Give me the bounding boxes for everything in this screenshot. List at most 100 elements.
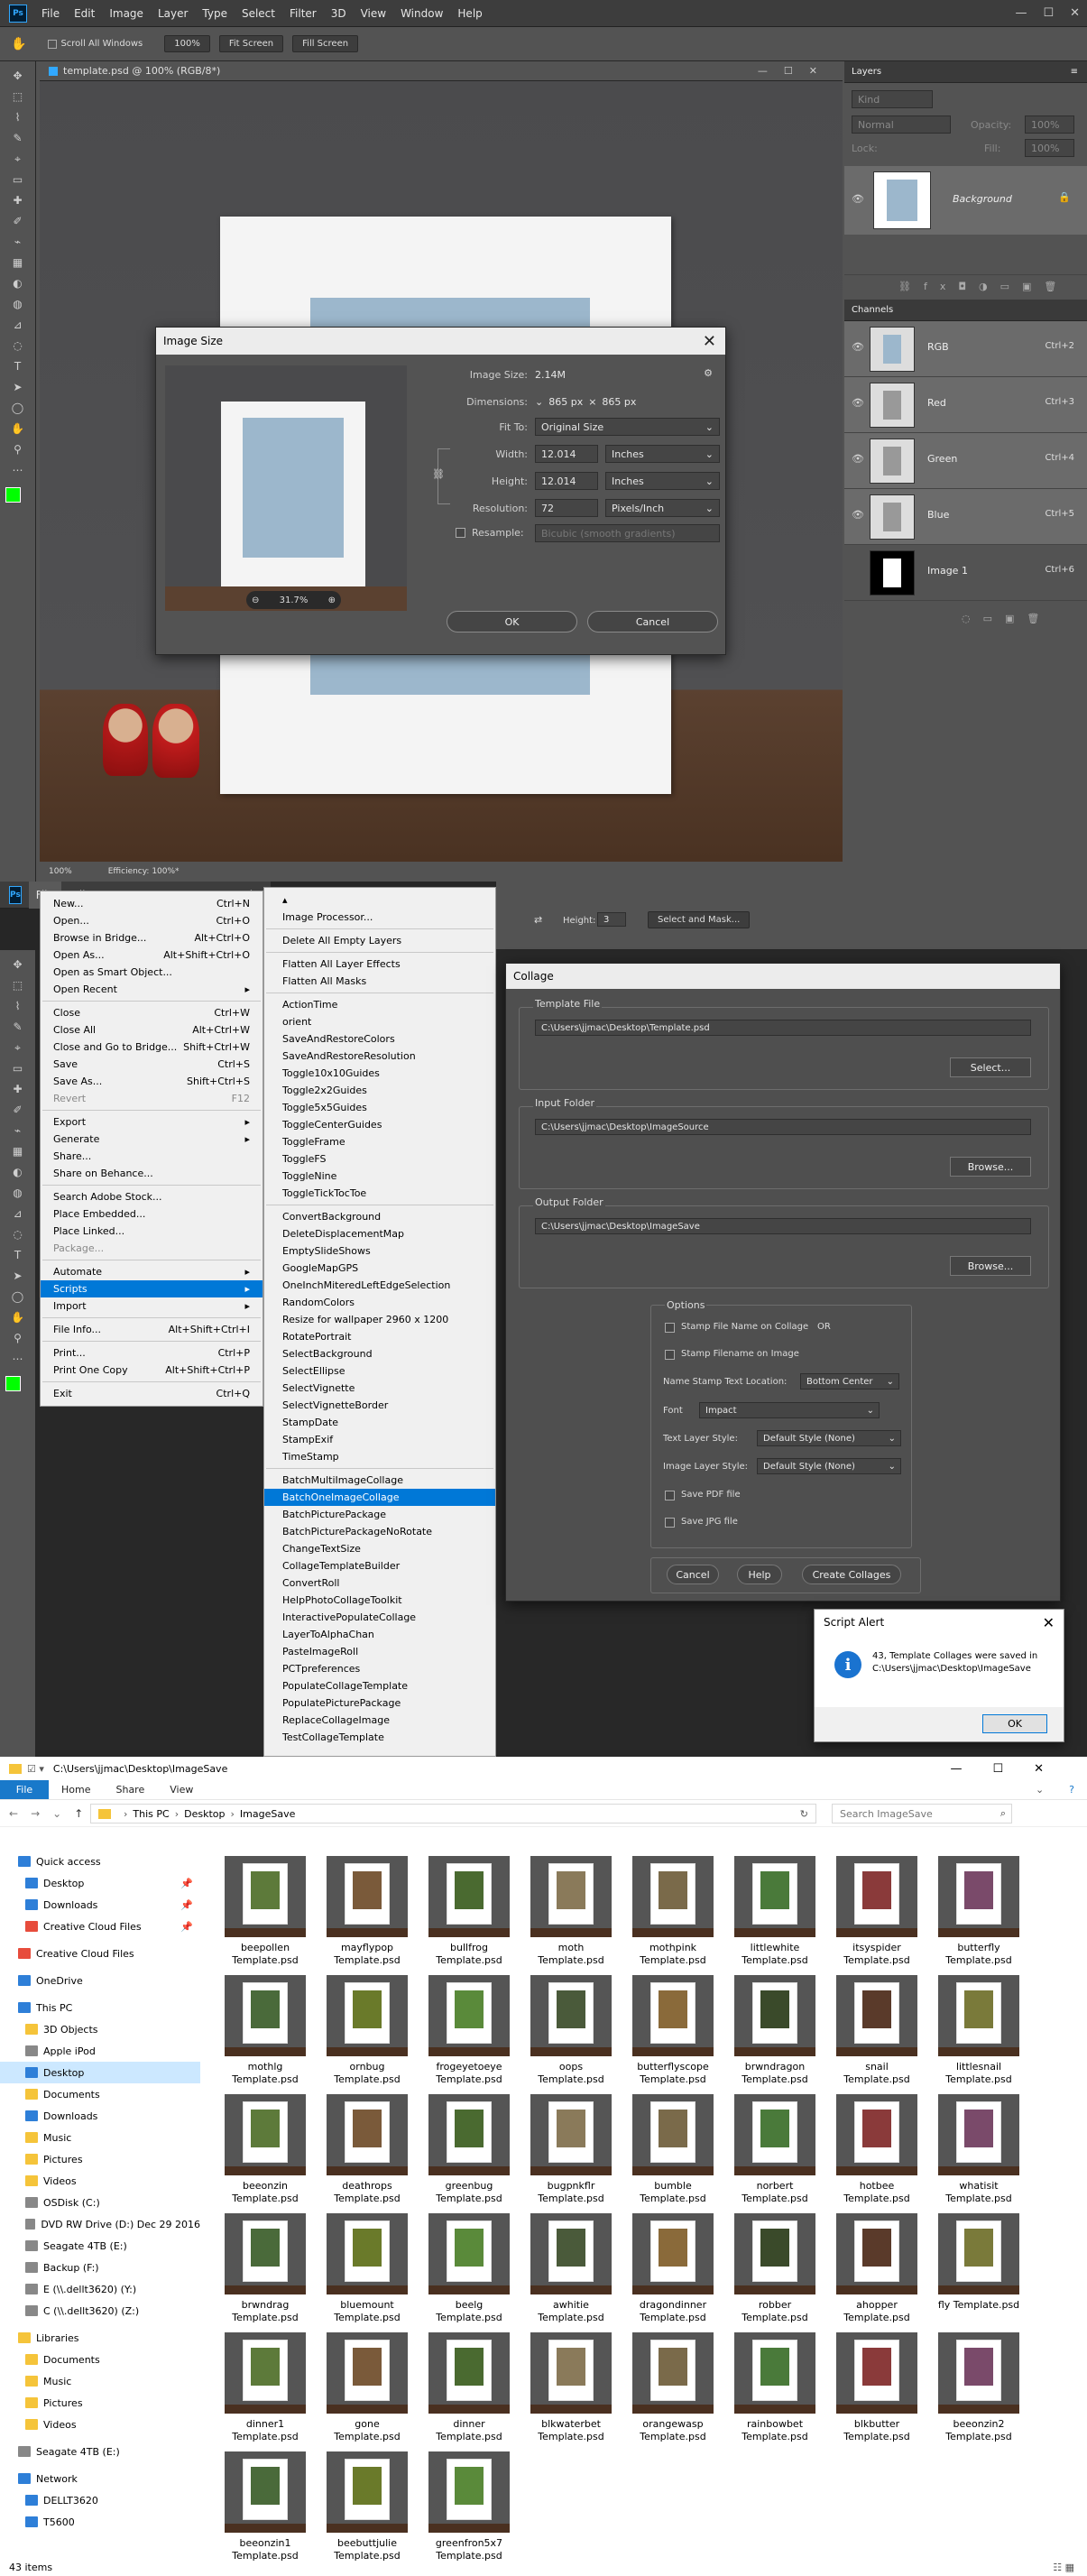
nav-item[interactable]: Documents [0,2083,200,2105]
scripts-menu-item[interactable]: PCTpreferences [264,1660,495,1677]
file-item[interactable]: brwndrag Template.psd [215,2213,316,2324]
file-menu-item[interactable]: Share... [41,1148,263,1165]
input-path-field[interactable]: C:\Users\jjmac\Desktop\ImageSource [535,1119,1031,1135]
tool-1-icon[interactable]: ⬚ [11,90,25,103]
scripts-menu-item[interactable]: Image Processor... [264,909,495,926]
cancel-button[interactable]: Cancel [587,611,718,632]
file-menu-item[interactable]: Import ▸ [41,1297,263,1315]
eye-icon[interactable]: 👁 [852,341,864,353]
resolution-input[interactable]: 72 [535,499,598,517]
scripts-menu-item[interactable]: Flatten All Layer Effects [264,956,495,973]
scripts-menu-item[interactable]: RotatePortrait [264,1328,495,1345]
file-item[interactable]: deathrops Template.psd [317,2094,418,2205]
scripts-menu-item[interactable]: StampExif [264,1431,495,1448]
tool-11-icon[interactable]: ◍ [11,298,25,310]
tool-9-icon[interactable]: ▦ [11,256,25,269]
ribbon-tab-file[interactable]: File [0,1780,49,1799]
tool-8-icon[interactable]: ⌁ [11,1124,25,1137]
scripts-menu-item[interactable]: StampDate [264,1414,495,1431]
file-item[interactable]: bluemount Template.psd [317,2213,418,2324]
file-item[interactable]: mothlg Template.psd [215,1975,316,2086]
menu-view[interactable]: View [354,0,393,27]
file-menu-item[interactable]: Open As... Alt+Shift+Ctrl+O [41,946,263,964]
file-item[interactable]: ahopper Template.psd [826,2213,927,2324]
nav-item[interactable]: C (\\.dellt3620) (Z:) [0,2300,200,2322]
file-item[interactable]: mothpink Template.psd [622,1856,723,1967]
height-field[interactable]: 3 [597,912,626,927]
file-item[interactable]: hotbee Template.psd [826,2094,927,2205]
file-menu-item[interactable]: Scripts ▸ [41,1280,263,1297]
help-icon[interactable]: ? [1056,1780,1087,1799]
tool-10-icon[interactable]: ◐ [11,1166,25,1178]
nav-item[interactable]: OneDrive [0,1970,200,1991]
tool-9-icon[interactable]: ▦ [11,1145,25,1158]
nav-item[interactable]: Creative Cloud Files 📌 [0,1916,200,1937]
file-item[interactable]: moth Template.psd [520,1856,622,1967]
scripts-menu-item[interactable]: orient [264,1013,495,1030]
file-item[interactable]: gone Template.psd [317,2332,418,2443]
scripts-menu-item[interactable]: ChangeTextSize [264,1540,495,1557]
scripts-menu-item[interactable]: LayerToAlphaChan [264,1626,495,1643]
file-menu-item[interactable]: Browse in Bridge... Alt+Ctrl+O [41,929,263,946]
ribbon-expand-icon[interactable]: ⌄ [1023,1780,1056,1799]
ok-button[interactable]: OK [447,611,577,632]
view-toggle-icons[interactable]: ☷ ▦ [1053,2562,1074,2573]
nav-item[interactable]: Music [0,2370,200,2392]
file-menu-item[interactable]: Save Ctrl+S [41,1056,263,1073]
tool-3-icon[interactable]: ✎ [11,132,25,144]
tool-10-icon[interactable]: ◐ [11,277,25,290]
file-menu-item[interactable]: Place Embedded... [41,1205,263,1223]
nav-item[interactable]: Pictures [0,2392,200,2414]
nav-item[interactable]: Downloads [0,2105,200,2127]
scripts-menu-item[interactable]: OneInchMiteredLeftEdgeSelection [264,1277,495,1294]
file-menu-item[interactable]: File Info... Alt+Shift+Ctrl+I [41,1321,263,1338]
color-swatches[interactable] [5,487,31,512]
resample-select[interactable]: Bicubic (smooth gradients) [535,524,720,542]
channel-row[interactable]: 👁 Blue Ctrl+5 [844,489,1087,545]
file-item[interactable]: greenbug Template.psd [419,2094,520,2205]
close-icon[interactable]: ✕ [1043,1614,1055,1631]
panel-menu-icon[interactable]: ≡ [1071,67,1078,77]
nav-item[interactable]: Quick access [0,1851,200,1872]
hand-tool-icon[interactable]: ✋ [11,37,26,51]
scripts-menu-item[interactable]: TimeStamp [264,1448,495,1465]
eye-icon[interactable]: 👁 [852,193,864,205]
nav-item[interactable]: Libraries [0,2327,200,2349]
maximize-icon[interactable]: ☐ [1043,0,1054,27]
file-item[interactable]: mayflypop Template.psd [317,1856,418,1967]
scripts-menu-item[interactable]: Toggle10x10Guides [264,1065,495,1082]
file-item[interactable]: dinner Template.psd [419,2332,520,2443]
tool-18-icon[interactable]: ⚲ [11,1332,25,1344]
crumb-separator-icon[interactable]: › [230,1808,234,1820]
channel-row[interactable]: 👁 Red Ctrl+3 [844,377,1087,433]
file-item[interactable]: dinner1 Template.psd [215,2332,316,2443]
text-style-select[interactable]: Default Style (None) ⌄ [757,1430,901,1446]
nav-item[interactable]: This PC [0,1997,200,2018]
scripts-menu-item[interactable]: CollageTemplateBuilder [264,1557,495,1574]
scripts-menu-item[interactable]: Flatten All Masks [264,973,495,990]
tool-15-icon[interactable]: ➤ [11,381,25,393]
browse-input-button[interactable]: Browse... [950,1157,1031,1177]
file-item[interactable]: itsyspider Template.psd [826,1856,927,1967]
width-input[interactable]: 12.014 [535,445,598,463]
nav-item[interactable]: E (\\.dellt3620) (Y:) [0,2278,200,2300]
scripts-menu-item[interactable]: DeleteDisplacementMap [264,1225,495,1242]
file-menu-item[interactable]: New... Ctrl+N [41,895,263,912]
file-item[interactable]: bullfrog Template.psd [419,1856,520,1967]
nav-item[interactable]: Pictures [0,2148,200,2170]
file-item[interactable]: beepollen Template.psd [215,1856,316,1967]
foreground-color-swatch[interactable] [5,487,21,503]
nav-item[interactable]: Downloads 📌 [0,1894,200,1916]
file-item[interactable]: brwndragon Template.psd [724,1975,825,2086]
file-item[interactable]: robber Template.psd [724,2213,825,2324]
scripts-menu-item[interactable]: SaveAndRestoreResolution [264,1048,495,1065]
width-unit-select[interactable]: Inches ⌄ [605,445,720,463]
scripts-menu-item[interactable]: HelpPhotoCollageToolkit [264,1592,495,1609]
forward-arrow-icon[interactable]: → [31,1807,40,1820]
scripts-menu-item[interactable]: Delete All Empty Layers [264,932,495,949]
file-menu-item[interactable]: Open... Ctrl+O [41,912,263,929]
file-item[interactable]: snail Template.psd [826,1975,927,2086]
scripts-menu-item[interactable]: SelectVignetteBorder [264,1397,495,1414]
channel-row[interactable]: Image 1 Ctrl+6 [844,545,1087,601]
tool-7-icon[interactable]: ✐ [11,215,25,227]
